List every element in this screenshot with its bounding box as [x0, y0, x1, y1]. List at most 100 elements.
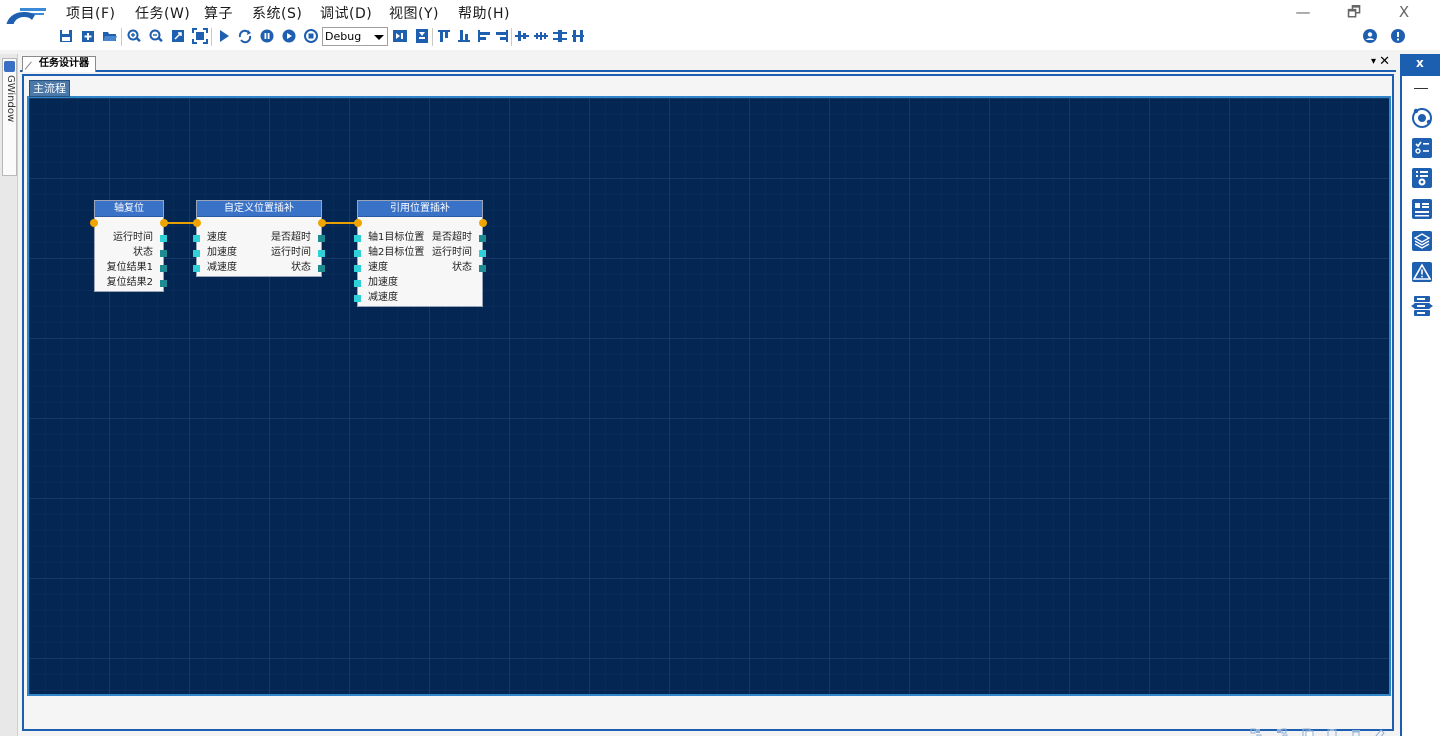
- align-top-icon[interactable]: [436, 28, 452, 44]
- center-v-icon[interactable]: [533, 28, 549, 44]
- restore-button[interactable]: 🗗: [1339, 2, 1369, 22]
- new-icon[interactable]: [80, 28, 96, 44]
- node-input-label: 轴1目标位置: [368, 232, 425, 243]
- card-list-icon[interactable]: [1410, 197, 1434, 221]
- group-icon[interactable]: [1250, 728, 1262, 736]
- align-left-icon[interactable]: [476, 28, 492, 44]
- flow-in-port[interactable]: [193, 219, 201, 227]
- output-port[interactable]: [318, 265, 325, 272]
- menu-view[interactable]: 视图(Y): [389, 3, 439, 23]
- node-output-label: 是否超时: [271, 232, 311, 243]
- flow-out-port[interactable]: [160, 219, 168, 227]
- delete-icon[interactable]: [1350, 728, 1362, 736]
- tab-task-designer[interactable]: 任务设计器: [22, 56, 96, 72]
- toolbar-separator: [432, 28, 433, 46]
- zoom-in-icon[interactable]: [126, 28, 142, 44]
- node-input-label: 轴2目标位置: [368, 247, 425, 258]
- menu-system[interactable]: 系统(S): [252, 3, 302, 23]
- config-select[interactable]: Debug: [322, 27, 388, 46]
- align-start-icon[interactable]: [392, 28, 408, 44]
- checklist-icon[interactable]: [1410, 136, 1434, 160]
- input-port[interactable]: [354, 265, 361, 272]
- output-port[interactable]: [479, 265, 486, 272]
- input-port[interactable]: [354, 250, 361, 257]
- fullscreen-icon[interactable]: [192, 28, 208, 44]
- config-select-value: Debug: [325, 30, 362, 43]
- right-panel-header: x: [1402, 54, 1440, 76]
- chevron-down-icon: [374, 35, 384, 40]
- flow-in-port[interactable]: [90, 219, 98, 227]
- gwindow-tab[interactable]: GWindow: [2, 58, 17, 176]
- node-output-label: 运行时间: [113, 232, 153, 243]
- fit-icon[interactable]: [170, 28, 186, 44]
- output-port[interactable]: [318, 235, 325, 242]
- node-output-label: 复位结果2: [106, 277, 153, 288]
- user-icon[interactable]: [1362, 28, 1378, 44]
- layers-icon[interactable]: [1410, 229, 1434, 253]
- run-icon[interactable]: [216, 28, 232, 44]
- pause-icon[interactable]: [259, 28, 275, 44]
- app-window: 项目(F) 任务(W) 算子 系统(S) 调试(D) 视图(Y) 帮助(H) —…: [0, 0, 1440, 736]
- input-port[interactable]: [354, 235, 361, 242]
- output-port[interactable]: [160, 265, 167, 272]
- stop-icon[interactable]: [303, 28, 319, 44]
- input-port[interactable]: [193, 265, 200, 272]
- save-icon[interactable]: [58, 28, 74, 44]
- output-port[interactable]: [160, 235, 167, 242]
- node-input-label: 速度: [207, 232, 227, 243]
- menu-task[interactable]: 任务(W): [135, 3, 190, 23]
- flow-out-port[interactable]: [318, 219, 326, 227]
- paste-icon[interactable]: [1326, 728, 1338, 736]
- menu-project[interactable]: 项目(F): [66, 3, 115, 23]
- node-output-label: 状态: [452, 262, 472, 273]
- input-port[interactable]: [354, 295, 361, 302]
- distribute-v-icon[interactable]: [570, 28, 586, 44]
- info-icon[interactable]: [1390, 28, 1406, 44]
- loop-icon[interactable]: [237, 28, 253, 44]
- stack-icon[interactable]: [1410, 294, 1434, 318]
- copy-icon[interactable]: [1302, 728, 1314, 736]
- flow-node-axis-reset[interactable]: 轴复位 运行时间 状态 复位结果1 复位结果2: [94, 200, 167, 292]
- minimize-button[interactable]: —: [1288, 2, 1318, 22]
- align-end-icon[interactable]: [414, 28, 430, 44]
- flow-out-port[interactable]: [479, 219, 487, 227]
- gwindow-icon: [4, 61, 15, 72]
- output-port[interactable]: [160, 280, 167, 287]
- flow-canvas-frame: 轴复位 运行时间 状态 复位结果1 复位结果2 自定义位置插补 速度 加速度 减…: [27, 96, 1391, 696]
- step-icon[interactable]: [281, 28, 297, 44]
- node-input-label: 加速度: [207, 247, 237, 258]
- zoom-out-icon[interactable]: [148, 28, 164, 44]
- output-port[interactable]: [479, 235, 486, 242]
- flow-in-port[interactable]: [354, 219, 362, 227]
- node-input-label: 减速度: [368, 292, 398, 303]
- menu-operator[interactable]: 算子: [204, 3, 233, 23]
- settings-list-icon[interactable]: [1410, 166, 1434, 190]
- node-title: 引用位置插补: [358, 201, 482, 217]
- center-h-icon[interactable]: [514, 28, 530, 44]
- close-button[interactable]: X: [1389, 2, 1419, 22]
- tab-main-flow[interactable]: 主流程: [29, 80, 70, 97]
- align-bottom-icon[interactable]: [456, 28, 472, 44]
- warning-icon[interactable]: [1410, 260, 1434, 284]
- input-port[interactable]: [354, 280, 361, 287]
- right-panel-close-icon[interactable]: x: [1416, 56, 1424, 70]
- input-port[interactable]: [193, 250, 200, 257]
- output-port[interactable]: [160, 250, 167, 257]
- clear-icon[interactable]: [1374, 728, 1386, 736]
- ungroup-icon[interactable]: [1276, 728, 1288, 736]
- flow-canvas[interactable]: 轴复位 运行时间 状态 复位结果1 复位结果2 自定义位置插补 速度 加速度 减…: [29, 98, 1389, 694]
- task-designer-pane: 任务设计器 ▾ ✕ 轴复位 运行时间 状态 复位结果1 复位结果2 自定义位置插…: [20, 54, 1396, 736]
- open-icon[interactable]: [102, 28, 118, 44]
- menu-debug[interactable]: 调试(D): [320, 3, 372, 23]
- pane-dropdown-icon[interactable]: ▾: [1371, 56, 1376, 67]
- align-right-icon[interactable]: [494, 28, 510, 44]
- flow-node-custom-interp[interactable]: 自定义位置插补 速度 加速度 减速度 是否超时 运行时间 状态: [193, 200, 325, 277]
- menu-help[interactable]: 帮助(H): [458, 3, 510, 23]
- output-port[interactable]: [479, 250, 486, 257]
- distribute-h-icon[interactable]: [552, 28, 568, 44]
- orbit-icon[interactable]: [1410, 106, 1434, 130]
- input-port[interactable]: [193, 235, 200, 242]
- output-port[interactable]: [318, 250, 325, 257]
- pane-close-icon[interactable]: ✕: [1379, 54, 1390, 69]
- flow-node-ref-interp[interactable]: 引用位置插补 轴1目标位置 轴2目标位置 速度 加速度 减速度 是否超时 运行时…: [354, 200, 486, 307]
